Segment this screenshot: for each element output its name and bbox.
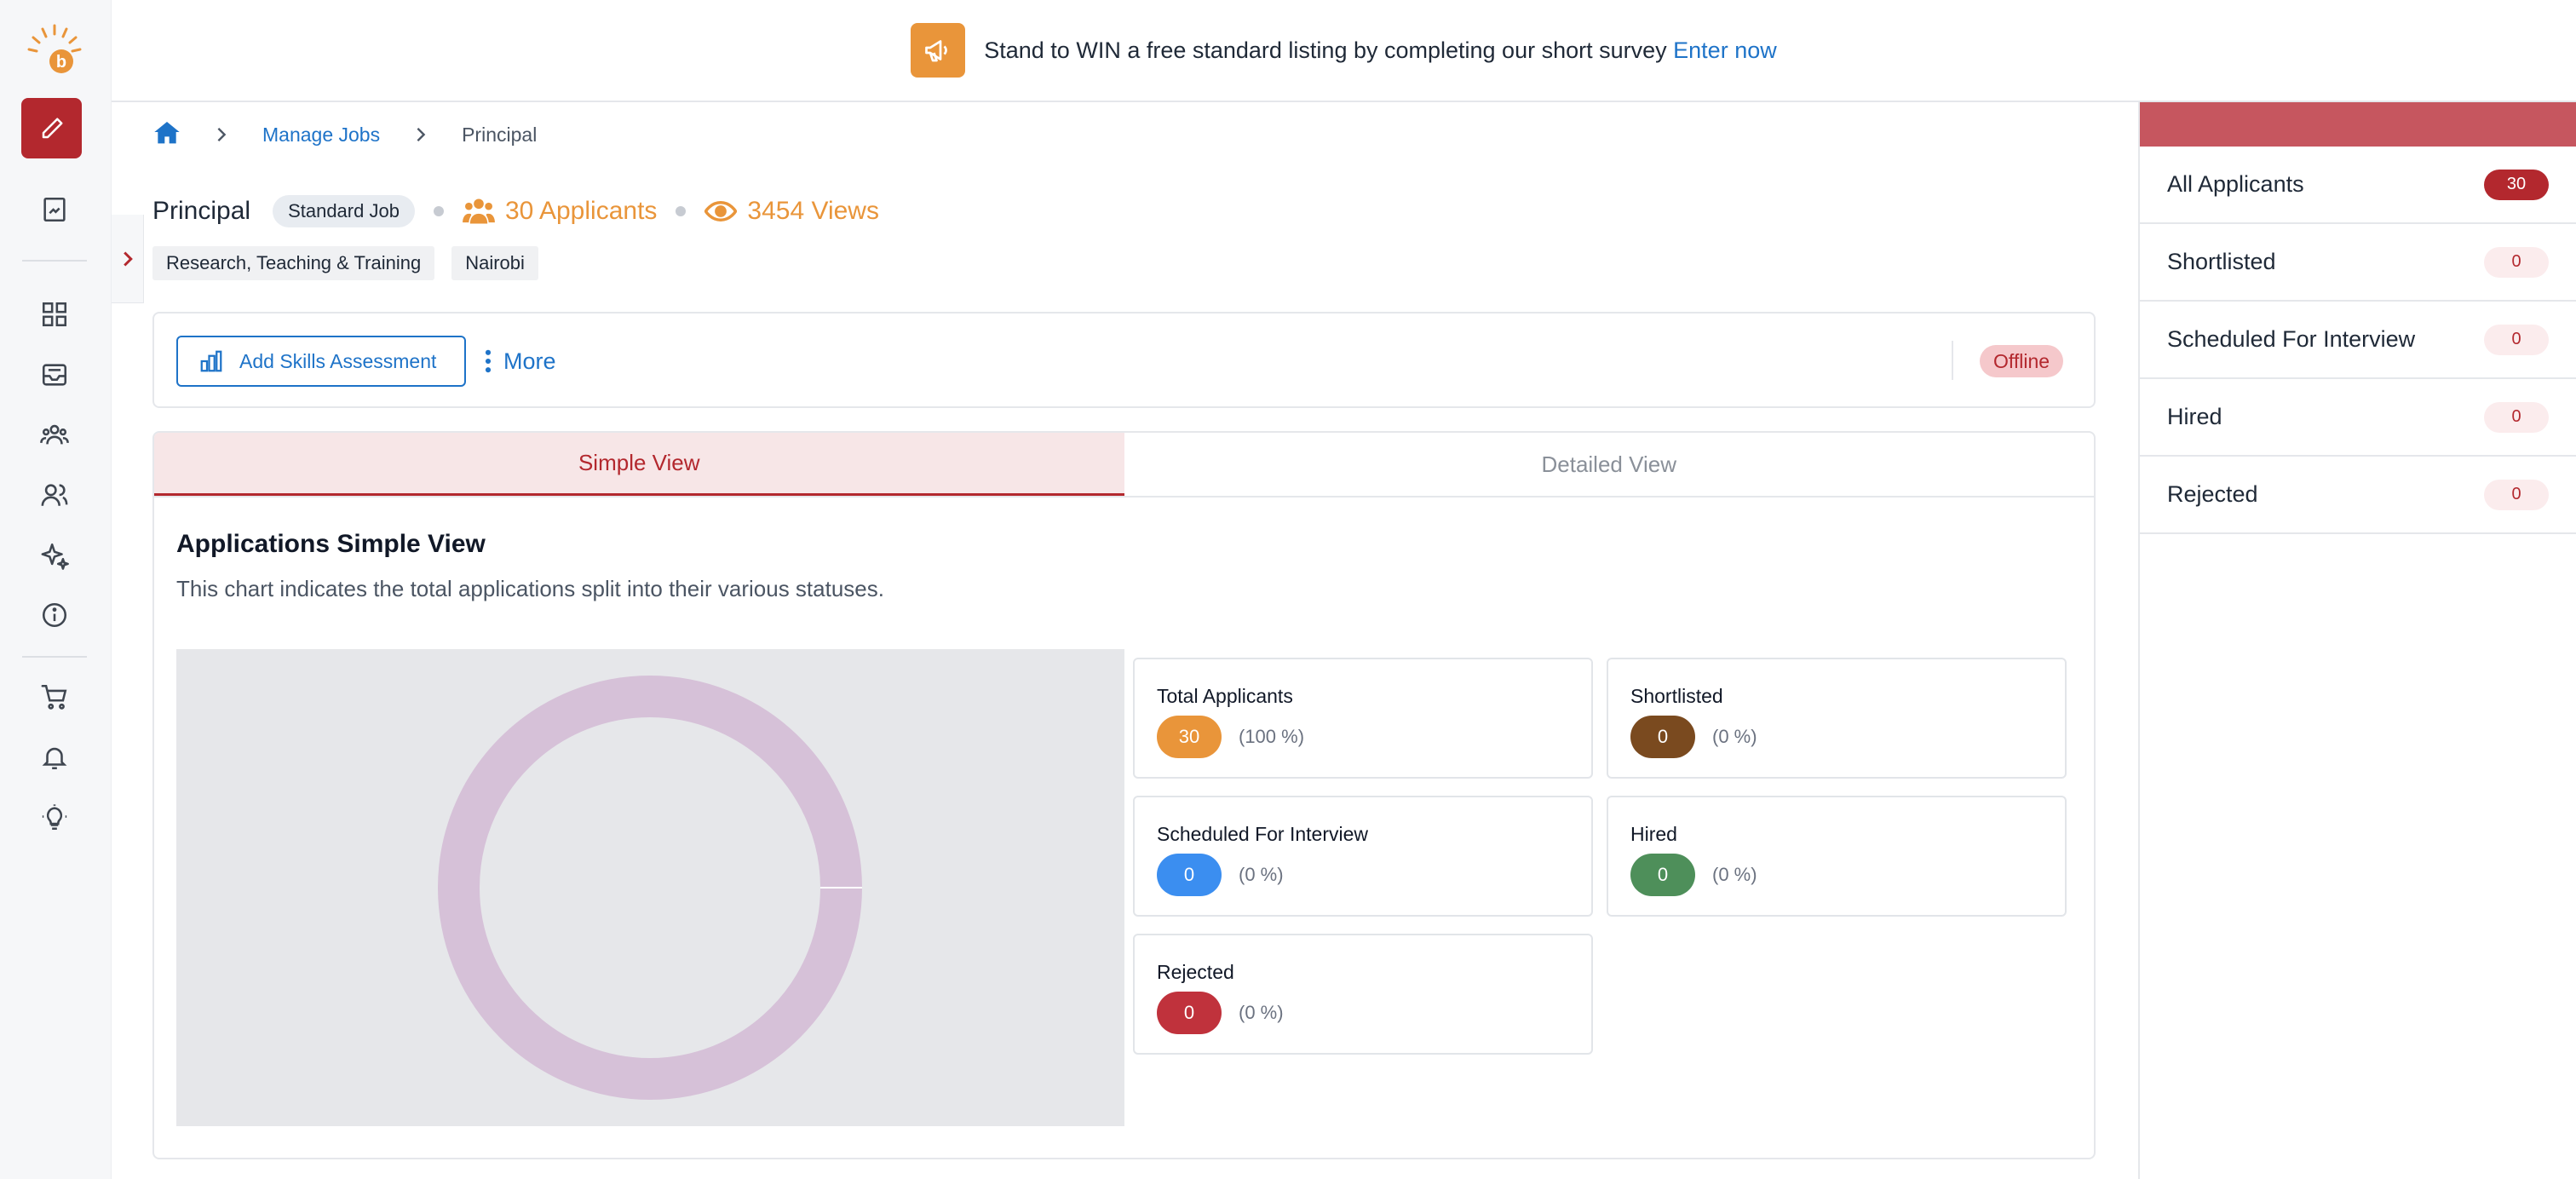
stat-value: 0 xyxy=(1157,854,1222,896)
job-type-badge: Standard Job xyxy=(273,195,415,227)
left-nav-rail: b xyxy=(0,0,112,1179)
donut-slice-total-applicants[interactable] xyxy=(438,676,862,1100)
stat-percent: (0 %) xyxy=(1712,726,1757,747)
more-button[interactable]: More xyxy=(485,336,556,387)
stat-card-shortlisted: Shortlisted 0 (0 %) xyxy=(1607,658,2067,779)
stat-percent: (0 %) xyxy=(1712,864,1757,885)
stat-card-rejected: Rejected 0 (0 %) xyxy=(1133,934,1593,1055)
donut-chart xyxy=(438,676,862,1100)
section-description: This chart indicates the total applicati… xyxy=(176,576,884,601)
separator-dot xyxy=(676,206,687,216)
breadcrumb: Manage Jobs Principal xyxy=(153,119,537,150)
pencil-icon xyxy=(42,118,62,138)
stat-card-total: Total Applicants 30 (100 %) xyxy=(1133,658,1593,779)
enter-now-link[interactable]: Enter now xyxy=(1673,37,1777,63)
edit-document-icon[interactable] xyxy=(37,193,72,227)
filter-label: Hired xyxy=(2167,404,2222,429)
expand-rail-button[interactable] xyxy=(112,215,144,303)
rail-divider xyxy=(22,656,87,658)
status-filter-panel: All Applicants 30 Shortlisted 0 Schedule… xyxy=(2138,102,2576,1179)
stat-label: Rejected xyxy=(1157,961,1234,983)
more-vertical-icon xyxy=(485,349,492,373)
filter-rejected[interactable]: Rejected 0 xyxy=(2140,457,2576,534)
users-icon[interactable] xyxy=(37,478,72,512)
job-title: Principal xyxy=(152,197,251,225)
job-tags: Research, Teaching & Training Nairobi xyxy=(152,246,538,280)
inbox-icon[interactable] xyxy=(37,358,72,392)
bell-icon[interactable] xyxy=(37,740,72,774)
filter-count-badge: 0 xyxy=(2484,401,2549,433)
stat-label: Hired xyxy=(1630,823,1677,845)
stat-label: Scheduled For Interview xyxy=(1157,823,1369,845)
breadcrumb-manage-jobs[interactable]: Manage Jobs xyxy=(262,124,380,147)
more-label: More xyxy=(503,348,556,374)
stat-card-scheduled: Scheduled For Interview 0 (0 %) xyxy=(1133,796,1593,917)
filter-count-badge: 30 xyxy=(2484,169,2549,200)
views-count: 3454 Views xyxy=(704,197,879,226)
brand-logo-icon[interactable]: b xyxy=(26,22,83,80)
survey-banner: Stand to WIN a free standard listing by … xyxy=(112,0,2576,102)
stat-percent: (0 %) xyxy=(1239,1002,1284,1023)
stat-value: 30 xyxy=(1157,716,1222,758)
status-badge[interactable]: Offline xyxy=(1980,345,2064,377)
category-tag: Research, Teaching & Training xyxy=(152,246,435,280)
views-label: 3454 Views xyxy=(747,197,879,225)
tab-detailed-view[interactable]: Detailed View xyxy=(1124,433,2095,496)
filter-count-badge: 0 xyxy=(2484,479,2549,510)
banner-text: Stand to WIN a free standard listing by … xyxy=(984,37,1667,63)
filter-shortlisted[interactable]: Shortlisted 0 xyxy=(2140,224,2576,302)
section-title: Applications Simple View xyxy=(176,530,486,558)
eye-icon xyxy=(704,201,738,221)
filter-label: Scheduled For Interview xyxy=(2167,326,2416,352)
panel-header-bar xyxy=(2140,102,2576,147)
job-header: Principal Standard Job 30 Applicants 345… xyxy=(152,193,879,230)
chevron-right-icon xyxy=(123,250,133,267)
info-icon[interactable] xyxy=(37,598,72,632)
stat-value: 0 xyxy=(1157,992,1222,1034)
view-tabs: Simple View Detailed View xyxy=(154,433,2094,497)
filter-count-badge: 0 xyxy=(2484,246,2549,278)
svg-text:b: b xyxy=(56,53,66,72)
group-icon xyxy=(463,198,495,224)
filter-label: All Applicants xyxy=(2167,171,2304,197)
applicants-count[interactable]: 30 Applicants xyxy=(463,197,657,226)
stat-percent: (100 %) xyxy=(1239,726,1305,747)
stat-label: Shortlisted xyxy=(1630,685,1723,707)
filter-count-badge: 0 xyxy=(2484,324,2549,355)
lightbulb-icon[interactable] xyxy=(37,801,72,835)
rail-divider xyxy=(22,260,87,262)
separator-dot xyxy=(433,206,444,216)
stat-label: Total Applicants xyxy=(1157,685,1293,707)
applications-card: Simple View Detailed View Applications S… xyxy=(152,431,2096,1159)
location-tag: Nairobi xyxy=(451,246,538,280)
job-toolbar: Add Skills Assessment More Offline xyxy=(152,312,2096,408)
bar-chart-icon xyxy=(200,350,222,372)
filter-label: Shortlisted xyxy=(2167,249,2276,274)
banner-message: Stand to WIN a free standard listing by … xyxy=(984,37,1776,64)
home-icon[interactable] xyxy=(153,119,181,150)
filter-label: Rejected xyxy=(2167,481,2258,507)
toolbar-divider xyxy=(1952,341,1953,380)
stat-percent: (0 %) xyxy=(1239,864,1284,885)
add-skills-assessment-label: Add Skills Assessment xyxy=(239,349,437,372)
filter-hired[interactable]: Hired 0 xyxy=(2140,379,2576,457)
breadcrumb-current: Principal xyxy=(462,123,538,146)
dashboard-grid-icon[interactable] xyxy=(37,297,72,331)
megaphone-icon xyxy=(911,23,966,78)
tab-simple-view[interactable]: Simple View xyxy=(154,433,1124,496)
stat-card-hired: Hired 0 (0 %) xyxy=(1607,796,2067,917)
donut-chart-area xyxy=(176,649,1124,1126)
stat-value: 0 xyxy=(1630,716,1695,758)
sparkle-icon[interactable] xyxy=(37,538,72,572)
compose-button[interactable] xyxy=(21,98,82,158)
chevron-right-icon xyxy=(216,126,227,143)
cart-icon[interactable] xyxy=(37,680,72,714)
add-skills-assessment-button[interactable]: Add Skills Assessment xyxy=(176,336,466,387)
filter-all-applicants[interactable]: All Applicants 30 xyxy=(2140,147,2576,224)
stat-value: 0 xyxy=(1630,854,1695,896)
filter-scheduled-for-interview[interactable]: Scheduled For Interview 0 xyxy=(2140,302,2576,379)
applicants-label: 30 Applicants xyxy=(504,197,658,225)
chevron-right-icon xyxy=(416,126,426,143)
team-icon[interactable] xyxy=(37,417,72,451)
